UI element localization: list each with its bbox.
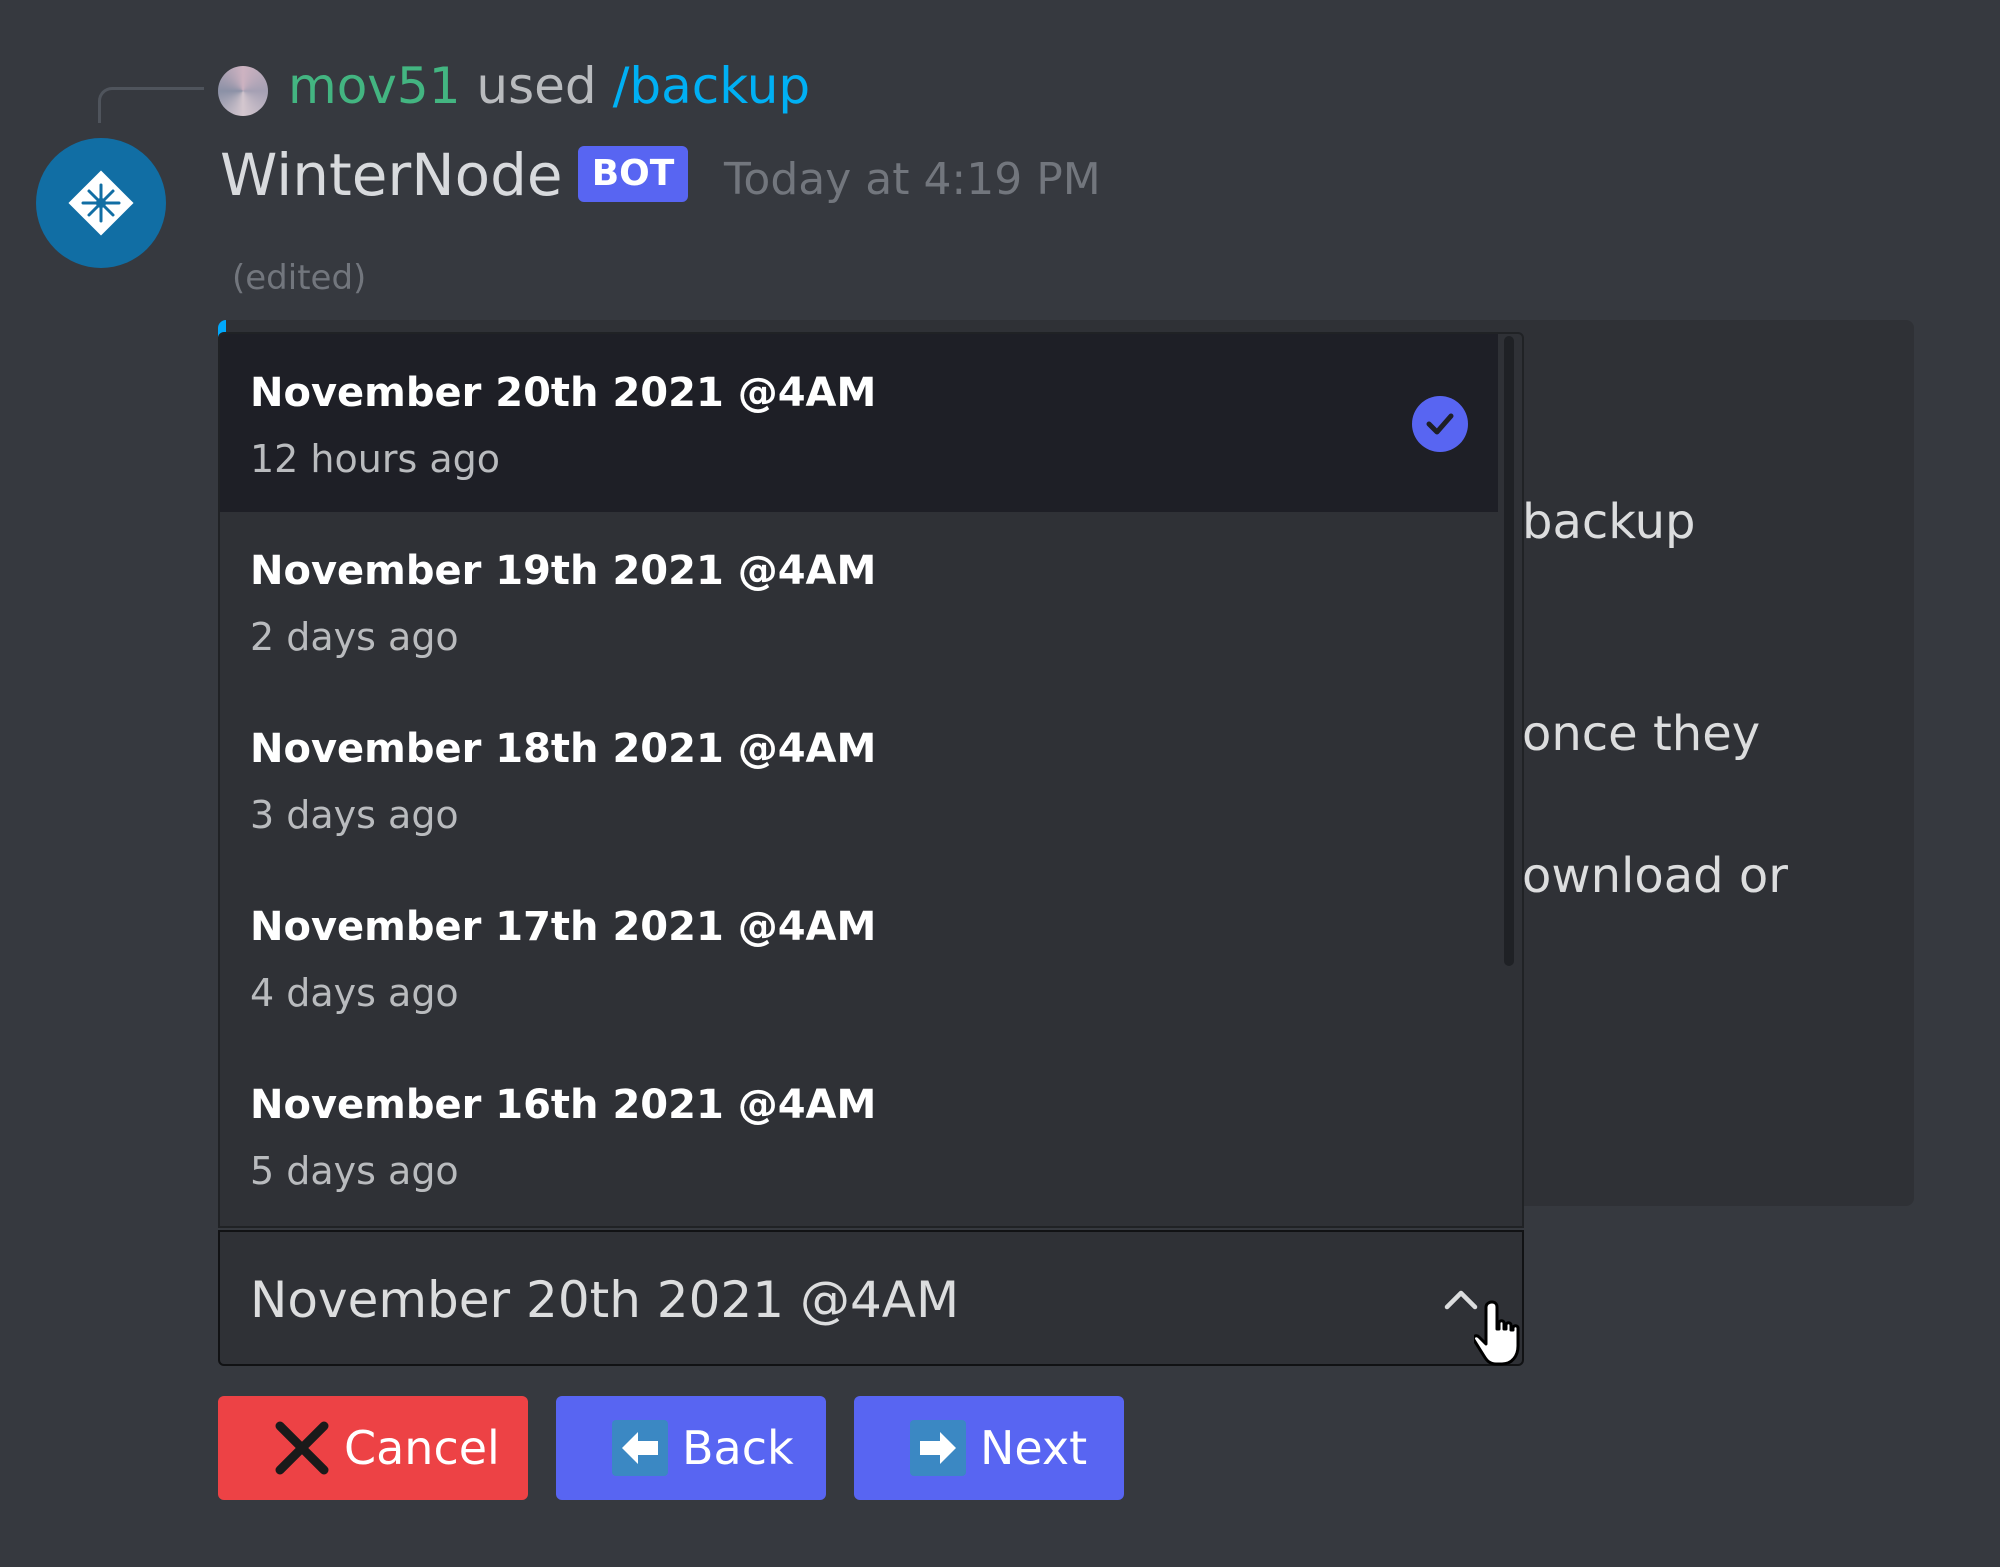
dropdown-scrollbar[interactable] (1504, 336, 1514, 966)
next-button[interactable]: Next (854, 1396, 1124, 1500)
author-name[interactable]: WinterNode (220, 140, 563, 210)
x-icon (274, 1420, 330, 1476)
edited-label: (edited) (232, 258, 367, 298)
arrow-left-icon (612, 1420, 668, 1476)
back-label: Back (682, 1421, 794, 1475)
cancel-button[interactable]: Cancel (218, 1396, 528, 1500)
bot-badge: BOT (578, 146, 688, 202)
backup-select[interactable]: November 20th 2021 @4AM (218, 1230, 1524, 1366)
snowflake-icon (68, 170, 134, 236)
arrow-right-icon (910, 1420, 966, 1476)
option-label: November 20th 2021 @4AM (250, 370, 877, 416)
dropdown-option[interactable]: November 16th 2021 @4AM 5 days ago (220, 1046, 1498, 1224)
option-description: 2 days ago (250, 615, 459, 659)
reply-command[interactable]: /backup (613, 57, 811, 115)
back-button[interactable]: Back (556, 1396, 826, 1500)
option-label: November 16th 2021 @4AM (250, 1082, 877, 1128)
option-label: November 19th 2021 @4AM (250, 548, 877, 594)
bot-avatar[interactable] (36, 138, 166, 268)
embed-text-line: backup (1522, 494, 1696, 550)
reply-username[interactable]: mov51 (288, 57, 461, 115)
embed-text-line: once they (1522, 706, 1761, 762)
embed-text-line: ownload or (1522, 848, 1788, 904)
reply-line: mov51 used /backup (288, 56, 810, 116)
dropdown-option[interactable]: November 19th 2021 @4AM 2 days ago (220, 512, 1498, 690)
check-circle-icon (1412, 396, 1468, 452)
reply-connector (98, 87, 204, 123)
option-description: 12 hours ago (250, 437, 501, 481)
dropdown-menu: November 20th 2021 @4AM 12 hours ago Nov… (218, 332, 1524, 1228)
hand-cursor-icon (1472, 1298, 1534, 1374)
message-timestamp: Today at 4:19 PM (724, 154, 1101, 205)
option-description: 4 days ago (250, 971, 459, 1015)
dropdown-option[interactable]: November 18th 2021 @4AM 3 days ago (220, 690, 1498, 868)
option-description: 3 days ago (250, 793, 459, 837)
option-label: November 18th 2021 @4AM (250, 726, 877, 772)
next-label: Next (980, 1421, 1088, 1475)
reply-used-text: used (476, 57, 597, 115)
option-label: November 17th 2021 @4AM (250, 904, 877, 950)
cancel-label: Cancel (344, 1421, 500, 1475)
dropdown-option[interactable]: November 17th 2021 @4AM 4 days ago (220, 868, 1498, 1046)
option-description: 5 days ago (250, 1149, 459, 1193)
reply-user-avatar[interactable] (218, 66, 268, 116)
dropdown-option[interactable]: November 20th 2021 @4AM 12 hours ago (220, 334, 1498, 512)
select-value: November 20th 2021 @4AM (250, 1271, 960, 1329)
